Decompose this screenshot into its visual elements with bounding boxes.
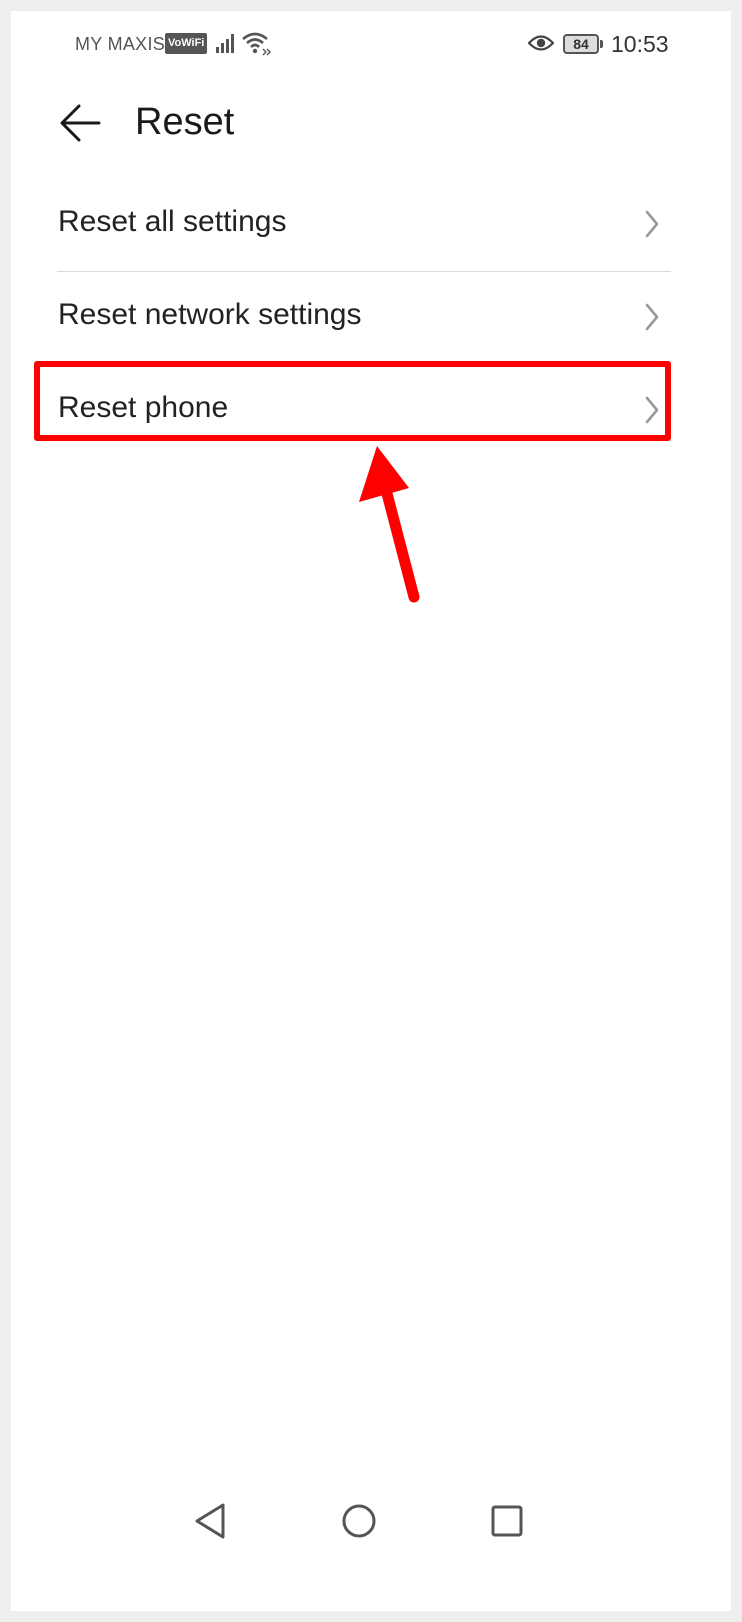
app-header: Reset [11,83,731,163]
list-item-label: Reset network settings [58,298,362,331]
back-arrow-icon[interactable] [57,101,105,145]
status-bar: MY MAXIS VoWiFi 84 10:53 [11,11,731,83]
battery-tip [600,40,603,48]
page-title: Reset [135,101,235,143]
navigation-bar [11,1481,731,1571]
chevron-right-icon [645,210,659,238]
list-item-label: Reset all settings [58,205,287,238]
list-item-label: Reset phone [58,391,229,424]
phone-screen: MY MAXIS VoWiFi 84 10:53 Reset Reset all… [11,11,731,1611]
annotation-arrow-icon [359,446,420,603]
recents-square-icon[interactable] [487,1501,527,1541]
reset-network-settings-item[interactable]: Reset network settings [11,272,731,365]
wifi-icon [242,32,271,56]
carrier-name: MY MAXIS [75,34,166,54]
reset-all-settings-item[interactable]: Reset all settings [11,179,731,272]
chevron-right-icon [645,396,659,424]
eye-icon [528,35,554,51]
home-circle-icon[interactable] [339,1501,379,1541]
reset-options-list: Reset all settings Reset network setting… [11,179,731,458]
reset-phone-item[interactable]: Reset phone [11,365,731,458]
chevron-right-icon [645,303,659,331]
clock: 10:53 [611,31,669,57]
battery-level: 84 [573,36,589,52]
battery-icon: 84 [563,34,599,54]
back-triangle-icon[interactable] [191,1501,231,1541]
vowifi-badge: VoWiFi [165,33,208,54]
signal-icon [216,34,234,53]
